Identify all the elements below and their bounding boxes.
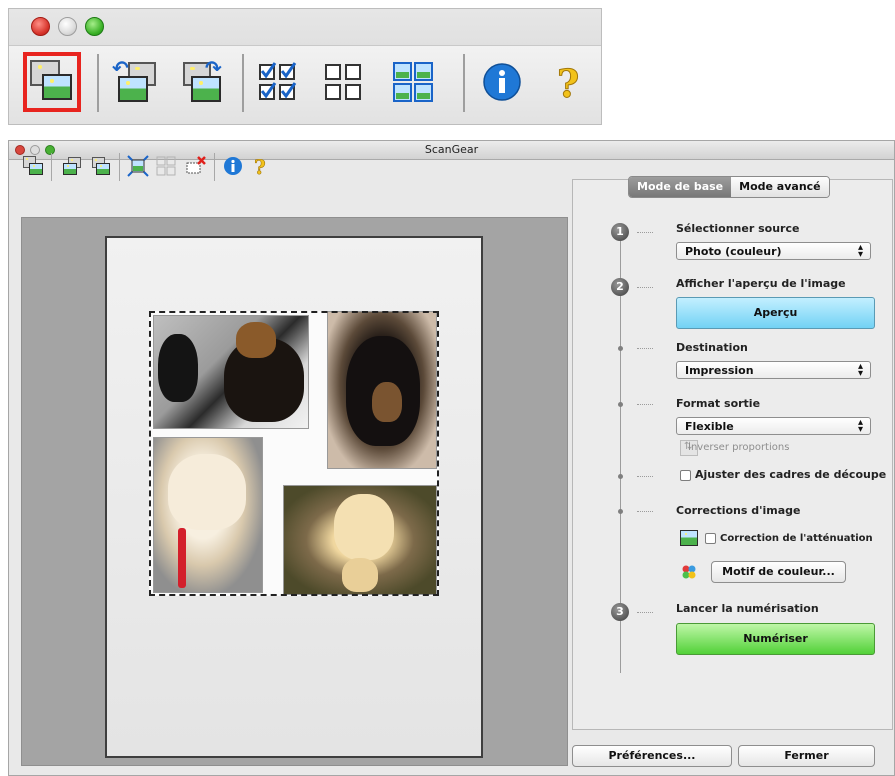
settings-pane: Mode de base Mode avancé 1 Sélectionner … <box>572 176 893 730</box>
tab-basic-mode[interactable]: Mode de base <box>629 177 732 197</box>
fading-correction-label: Correction de l'atténuation <box>720 533 873 544</box>
select-source-label: Sélectionner source <box>676 222 800 235</box>
color-pattern-icon <box>682 565 696 579</box>
preview-button[interactable]: Aperçu <box>676 297 875 329</box>
scangear-window: ScanGear ? Mode de base Mode avancé 1 Sé… <box>8 140 895 776</box>
chevron-updown-icon: ▴ ▾ <box>857 361 863 379</box>
destination-select-value: Impression <box>685 364 754 377</box>
toolbar-separator <box>463 54 465 112</box>
toolbar-separator <box>214 153 215 181</box>
source-select-value: Photo (couleur) <box>685 245 782 258</box>
step-connector <box>637 287 653 288</box>
fading-correction-icon <box>680 530 698 546</box>
step-2-badge: 2 <box>611 278 629 296</box>
step-connector <box>637 476 653 477</box>
preview-image-label: Afficher l'aperçu de l'image <box>676 277 846 290</box>
help-icon: ? <box>557 61 580 103</box>
deselect-frames-icon <box>325 64 361 100</box>
scan-preview-tool[interactable] <box>23 52 81 112</box>
color-pattern-button[interactable]: Motif de couleur... <box>711 561 846 583</box>
rotate-left-tool[interactable]: ↶ <box>107 52 165 112</box>
tab-advanced-mode[interactable]: Mode avancé <box>731 177 829 197</box>
rotate-left-tool[interactable] <box>60 155 82 177</box>
scan-preview-icon <box>23 156 43 176</box>
help-tool[interactable]: ? <box>249 155 271 177</box>
rotate-left-icon: ↶ <box>112 56 158 104</box>
toolbar-separator <box>97 54 99 112</box>
step-connector <box>637 511 653 512</box>
fading-correction-checkbox[interactable] <box>705 533 716 544</box>
rotate-left-icon <box>61 156 81 176</box>
svg-text:?: ? <box>557 61 579 103</box>
toolbar-separator <box>119 153 120 181</box>
zoomed-toolbar: ↶ ↷ ? <box>8 8 602 125</box>
zoomed-tool-row: ↶ ↷ ? <box>9 45 601 124</box>
adjust-crop-frames-label: Ajuster des cadres de découpe <box>695 468 887 481</box>
source-select[interactable]: Photo (couleur) ▴ ▾ <box>676 242 871 260</box>
deselect-frames-tool[interactable] <box>155 155 177 177</box>
toolbar-separator <box>51 153 52 181</box>
image-corrections-label: Corrections d'image <box>676 504 801 517</box>
close-button[interactable]: Fermer <box>738 745 875 767</box>
help-icon: ? <box>254 155 266 177</box>
output-size-select-value: Flexible <box>685 420 734 433</box>
scan-preview-tool[interactable] <box>22 155 44 177</box>
crop-frame[interactable] <box>149 311 439 596</box>
step-connector <box>637 348 653 349</box>
output-size-select[interactable]: Flexible ▴ ▾ <box>676 417 871 435</box>
invert-ratio-label: Inverser proportions <box>688 442 790 453</box>
multi-crop-tool[interactable] <box>384 52 442 112</box>
help-tool[interactable]: ? <box>539 52 597 112</box>
toolbar-separator <box>242 54 244 112</box>
info-tool[interactable] <box>473 52 531 112</box>
zoomed-titlebar <box>9 9 601 45</box>
close-window-button[interactable] <box>31 17 50 36</box>
step-connector <box>637 404 653 405</box>
step-3-badge: 3 <box>611 603 629 621</box>
info-tool[interactable] <box>222 155 244 177</box>
rotate-right-icon: ↷ <box>181 56 225 104</box>
rotate-right-tool[interactable] <box>90 155 112 177</box>
chevron-updown-icon: ▴ ▾ <box>857 242 863 260</box>
preferences-button[interactable]: Préférences... <box>572 745 732 767</box>
deselect-frames-tool[interactable] <box>314 52 372 112</box>
destination-select[interactable]: Impression ▴ ▾ <box>676 361 871 379</box>
sub-step-dot <box>618 509 623 514</box>
preview-area[interactable] <box>21 217 568 766</box>
multi-crop-icon <box>393 62 433 102</box>
auto-crop-icon <box>127 155 149 177</box>
destination-label: Destination <box>676 341 748 354</box>
sub-step-dot <box>618 474 623 479</box>
step-connector <box>637 232 653 233</box>
sub-step-dot <box>618 346 623 351</box>
svg-text:?: ? <box>254 155 266 177</box>
mode-tabs: Mode de base Mode avancé <box>628 176 830 198</box>
scan-button[interactable]: Numériser <box>676 623 875 655</box>
chevron-updown-icon: ▴ ▾ <box>857 417 863 435</box>
select-all-frames-tool[interactable] <box>248 52 306 112</box>
step-connector <box>637 612 653 613</box>
minimize-window-button[interactable] <box>58 17 77 36</box>
deselect-frames-icon <box>156 156 176 176</box>
info-icon <box>224 157 242 175</box>
scanned-page <box>105 236 483 758</box>
start-scan-label: Lancer la numérisation <box>676 602 819 615</box>
zoom-window-button[interactable] <box>85 17 104 36</box>
adjust-crop-frames-checkbox[interactable] <box>680 470 691 481</box>
scan-preview-icon <box>30 60 74 104</box>
rotate-right-icon <box>91 156 111 176</box>
step-1-badge: 1 <box>611 223 629 241</box>
sub-step-dot <box>618 402 623 407</box>
auto-crop-tool[interactable] <box>127 155 149 177</box>
rotate-right-tool[interactable]: ↷ <box>174 52 232 112</box>
remove-frame-icon <box>186 156 206 174</box>
info-icon <box>483 63 521 101</box>
output-size-label: Format sortie <box>676 397 761 410</box>
select-all-frames-icon <box>259 62 297 100</box>
remove-crop-frame-tool[interactable] <box>185 155 207 177</box>
